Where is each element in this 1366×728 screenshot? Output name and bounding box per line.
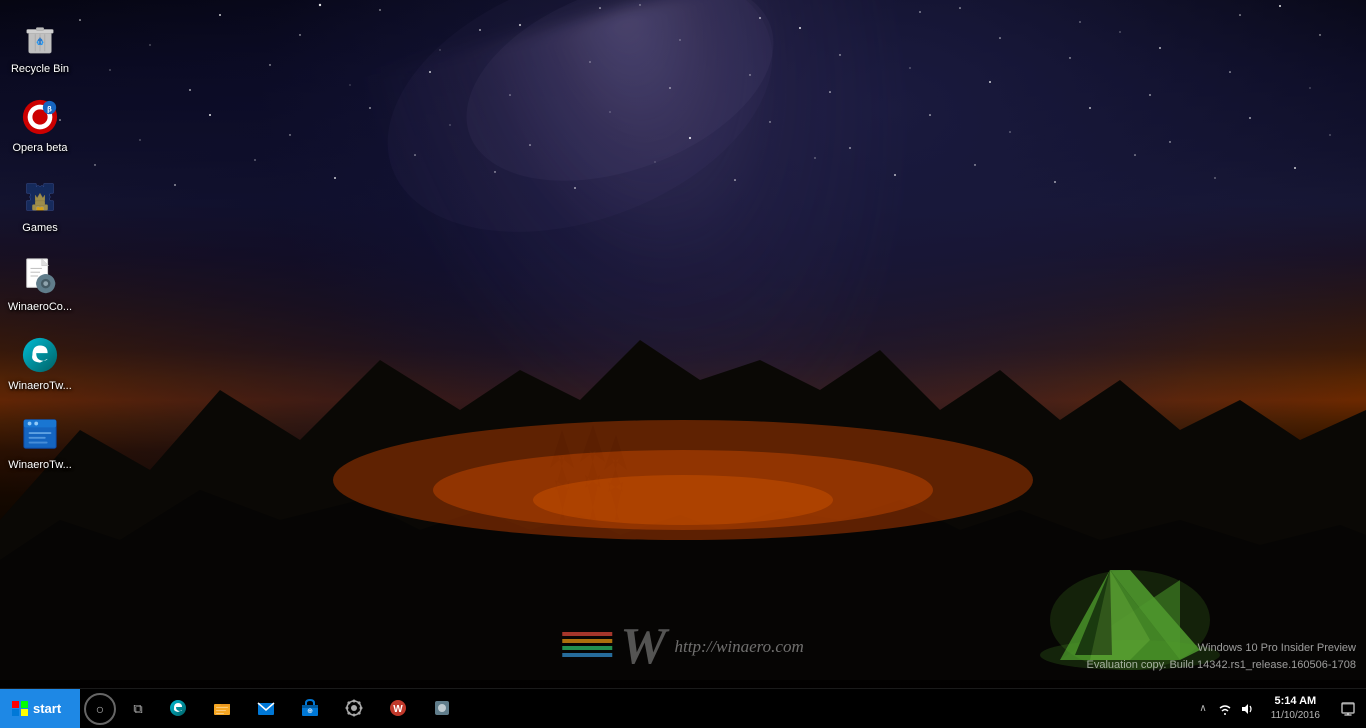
games-icon[interactable]: Games <box>0 169 80 243</box>
app7-icon <box>433 699 451 717</box>
winaero-tweaker2-icon[interactable]: W WinaeroTw... <box>0 406 80 480</box>
opera-beta-image: β <box>20 97 60 137</box>
start-label: start <box>33 701 61 716</box>
cortana-button[interactable]: ○ <box>84 693 116 725</box>
recycle-bin-image: ♻ <box>20 18 60 58</box>
taskbar: start ○ ⧉ <box>0 688 1366 728</box>
settings-icon <box>345 699 363 717</box>
build-line2: Evaluation copy. Build 14342.rs1_release… <box>1087 657 1357 674</box>
win-square-br <box>21 709 28 716</box>
task-view-icon: ⧉ <box>133 701 142 717</box>
tray-icons-group <box>1211 694 1261 724</box>
watermark-logo-letter: W <box>620 621 666 673</box>
games-label: Games <box>22 221 57 235</box>
clock-date-placeholder: 11/10/2016 <box>1271 709 1320 723</box>
winaero-config-image <box>20 256 60 296</box>
build-line1: Windows 10 Pro Insider Preview <box>1087 640 1357 657</box>
volume-tray-icon[interactable] <box>1237 694 1257 724</box>
recycle-bin-label: Recycle Bin <box>11 62 69 76</box>
build-info: Windows 10 Pro Insider Preview Evaluatio… <box>1087 640 1357 673</box>
win-square-tl <box>12 701 19 708</box>
win-square-bl <box>12 709 19 716</box>
opera-beta-icon[interactable]: β Opera beta <box>0 89 80 163</box>
winaero-tweaker1-icon[interactable]: WinaeroTw... <box>0 327 80 401</box>
taskbar-apps: ⊕ <box>156 689 1195 728</box>
edge-icon <box>169 699 187 717</box>
svg-text:β: β <box>47 105 52 114</box>
taskbar-app6[interactable]: W <box>376 689 420 728</box>
start-button[interactable]: start <box>0 689 80 728</box>
games-image <box>20 177 60 217</box>
svg-text:⊕: ⊕ <box>307 708 313 715</box>
taskbar-app7[interactable] <box>420 689 464 728</box>
notification-button[interactable] <box>1330 689 1366 728</box>
windows-logo-icon <box>12 701 28 717</box>
volume-icon <box>1240 702 1254 716</box>
winaero-tweaker1-image <box>20 335 60 375</box>
winaero-config-icon[interactable]: WinaeroCo... <box>0 248 80 322</box>
network-tray-icon[interactable] <box>1215 694 1235 724</box>
winaero-config-label: WinaeroCo... <box>8 300 72 314</box>
winaero-tweaker2-image: W <box>20 414 60 454</box>
taskbar-store[interactable]: ⊕ <box>288 689 332 728</box>
opera-beta-label: Opera beta <box>12 141 67 155</box>
system-clock[interactable]: 5:14 AM 11/10/2016 <box>1261 689 1330 728</box>
network-icon <box>1218 702 1232 716</box>
watermark-url: http://winaero.com <box>675 637 804 657</box>
tray-expand-button[interactable]: ∧ <box>1195 703 1210 714</box>
desktop-icons-container: ♻ Recycle Bin <box>0 0 80 496</box>
notification-icon <box>1341 702 1355 716</box>
winaero-tweaker2-label: WinaeroTw... <box>8 458 72 472</box>
app6-icon: W <box>389 699 407 717</box>
win-square-tr <box>21 701 28 708</box>
desktop: ♻ Recycle Bin <box>0 0 1366 728</box>
task-view-button[interactable]: ⧉ <box>120 689 156 728</box>
winaero-tweaker1-label: WinaeroTw... <box>8 379 72 393</box>
file-explorer-icon <box>213 699 231 717</box>
watermark-container: W http://winaero.com <box>562 621 803 673</box>
taskbar-mail[interactable] <box>244 689 288 728</box>
cortana-icon: ○ <box>96 701 104 717</box>
recycle-bin-icon[interactable]: ♻ Recycle Bin <box>0 10 80 84</box>
svg-text:W: W <box>393 704 403 715</box>
taskbar-settings[interactable] <box>332 689 376 728</box>
mail-icon <box>257 699 275 717</box>
clock-time: 5:14 AM <box>1274 694 1316 709</box>
taskbar-file-explorer[interactable] <box>200 689 244 728</box>
taskbar-edge[interactable] <box>156 689 200 728</box>
system-tray: ∧ <box>1195 689 1366 728</box>
watermark-bars <box>562 632 612 662</box>
store-icon: ⊕ <box>301 699 319 717</box>
